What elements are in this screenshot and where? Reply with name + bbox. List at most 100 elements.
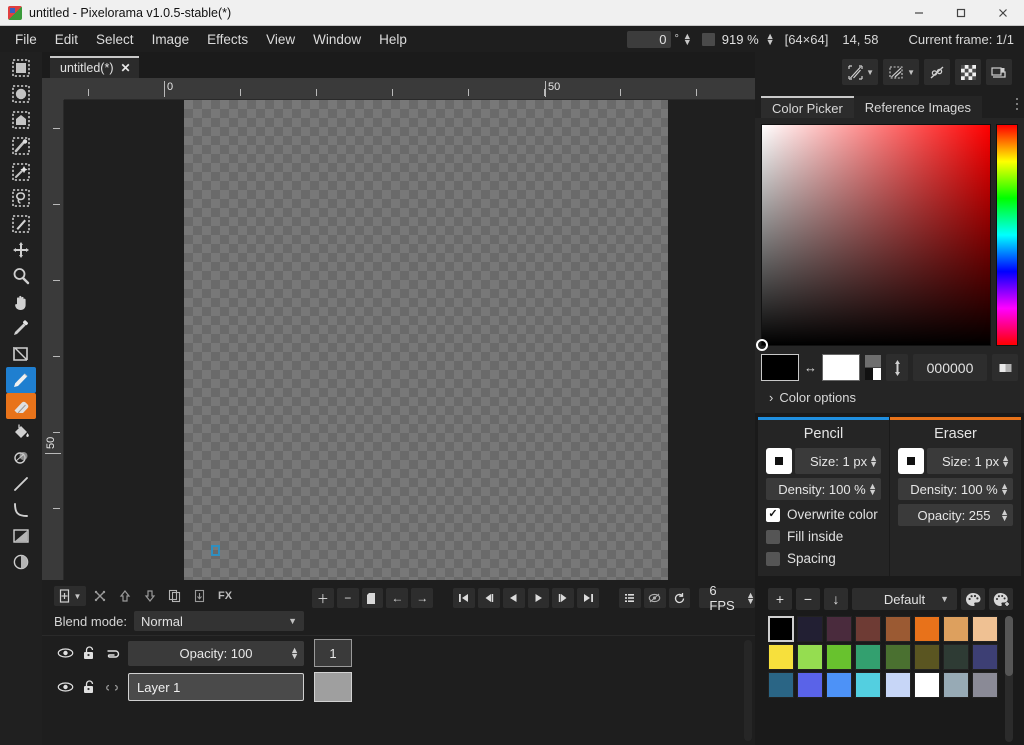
palette-swatch[interactable] — [855, 616, 882, 642]
remove-frame-button[interactable]: − — [336, 588, 359, 608]
go-to-first-frame-button[interactable] — [453, 588, 475, 608]
menu-file[interactable]: File — [6, 29, 46, 50]
frame-number-button[interactable]: 1 — [314, 639, 352, 667]
overwrite-color-checkbox-row[interactable]: Overwrite color — [766, 507, 881, 522]
palette-swatch[interactable] — [884, 672, 911, 698]
magic-pencil-select-tool[interactable] — [6, 211, 36, 237]
palette-swatch[interactable] — [797, 672, 824, 698]
zoom-tool[interactable] — [6, 263, 36, 289]
layer-opacity-spinner[interactable]: ▲ ▼ — [290, 646, 299, 661]
sv-handle[interactable] — [756, 339, 768, 351]
ellipse-select-tool[interactable] — [6, 81, 36, 107]
onion-skinning-button[interactable] — [643, 588, 666, 608]
close-button[interactable] — [982, 0, 1024, 25]
add-color-button[interactable]: + — [768, 588, 792, 610]
play-backwards-button[interactable] — [502, 588, 525, 608]
palette-swatch[interactable] — [942, 644, 969, 670]
palette-swatch[interactable] — [971, 616, 998, 642]
palette-swatch[interactable] — [942, 672, 969, 698]
edit-palette-button[interactable] — [961, 588, 985, 610]
menu-select[interactable]: Select — [87, 29, 143, 50]
panel-menu-icon[interactable] — [1016, 96, 1018, 111]
palette-swatch[interactable] — [826, 644, 853, 670]
snap-toggle-button[interactable] — [924, 59, 950, 85]
eraser-opacity-spinner[interactable]: ▲ ▼ — [1000, 508, 1009, 523]
canvas-surface[interactable] — [184, 100, 668, 580]
primary-color-swatch[interactable] — [761, 354, 799, 381]
layer-name-input[interactable]: Layer 1 — [128, 673, 304, 701]
crop-tool[interactable] — [6, 341, 36, 367]
color-options-expander[interactable]: › Color options — [761, 390, 1018, 405]
palette-swatch[interactable] — [768, 644, 794, 670]
magic-wand-tool[interactable] — [6, 133, 36, 159]
delete-layer-button[interactable] — [89, 586, 111, 606]
secondary-color-swatch[interactable] — [822, 354, 860, 381]
line-tool[interactable] — [6, 471, 36, 497]
palette-swatch[interactable] — [884, 616, 911, 642]
palette-swatch[interactable] — [913, 644, 940, 670]
pencil-size-field[interactable]: Size: 1 px ▲ ▼ — [795, 448, 881, 474]
layer-row[interactable]: Layer 1 — [42, 670, 312, 704]
menu-edit[interactable]: Edit — [46, 29, 87, 50]
eraser-opacity-field[interactable]: Opacity: 255 ▲ ▼ — [898, 504, 1013, 526]
hue-slider[interactable] — [996, 124, 1018, 346]
step-forward-frame-button[interactable] — [552, 588, 575, 608]
rotation-value[interactable]: 0 — [627, 30, 672, 48]
document-tab[interactable]: untitled(*) ✕ — [50, 56, 139, 78]
palette-swatch[interactable] — [826, 672, 853, 698]
pencil-density-field[interactable]: Density: 100 % ▲ ▼ — [766, 478, 881, 500]
visibility-eye-icon[interactable] — [56, 645, 74, 661]
curve-tool[interactable] — [6, 497, 36, 523]
sort-colors-button[interactable]: ↓ — [824, 588, 848, 610]
palette-swatch[interactable] — [797, 616, 824, 642]
remove-color-button[interactable]: − — [796, 588, 820, 610]
lock-icon[interactable] — [80, 645, 98, 661]
link-cels-icon[interactable] — [104, 645, 122, 661]
palette-select[interactable]: Default ▼ — [852, 588, 957, 610]
zoom-control[interactable]: 919 % ▲ ▼ — [722, 31, 785, 48]
layer-transform-dropdown[interactable]: ▼ — [842, 59, 879, 85]
menu-image[interactable]: Image — [143, 29, 199, 50]
bucket-fill-tool[interactable] — [6, 419, 36, 445]
add-layer-button[interactable]: ▼ — [54, 586, 86, 606]
minimize-button[interactable] — [898, 0, 940, 25]
rectangle-shape-tool[interactable] — [6, 523, 36, 549]
eraser-density-spinner[interactable]: ▲ ▼ — [1000, 482, 1009, 497]
palette-swatch[interactable] — [768, 616, 794, 642]
menu-view[interactable]: View — [257, 29, 304, 50]
tab-reference-images[interactable]: Reference Images — [853, 96, 983, 118]
new-palette-button[interactable] — [989, 588, 1013, 610]
move-tool[interactable] — [6, 237, 36, 263]
color-mode-button[interactable] — [992, 354, 1018, 381]
palette-swatch[interactable] — [826, 616, 853, 642]
palette-swatch[interactable] — [971, 672, 998, 698]
timeline-scrollbar[interactable] — [744, 640, 752, 741]
blend-mode-select[interactable]: Normal ▼ — [134, 611, 304, 631]
pick-from-screen-button[interactable] — [886, 354, 908, 381]
palette-swatch[interactable] — [942, 616, 969, 642]
palette-swatch[interactable] — [797, 644, 824, 670]
add-frame-button[interactable]: ＋ — [312, 588, 334, 608]
saturation-value-square[interactable] — [756, 124, 991, 351]
play-forwards-button[interactable] — [527, 588, 550, 608]
step-back-frame-button[interactable] — [477, 588, 500, 608]
fps-spinner[interactable]: ▲ ▼ — [746, 591, 755, 606]
palette-swatch[interactable] — [913, 616, 940, 642]
transparency-toggle-button[interactable] — [955, 59, 981, 85]
palette-swatch[interactable] — [855, 672, 882, 698]
pan-tool[interactable] — [6, 289, 36, 315]
layer-opacity-field[interactable]: Opacity: 100 ▲ ▼ — [128, 640, 304, 666]
polygon-select-tool[interactable] — [6, 107, 36, 133]
rotation-control[interactable]: 0 ° ▲ ▼ — [627, 30, 701, 48]
copy-frame-button[interactable] — [361, 588, 384, 608]
layer-link-icon[interactable] — [104, 679, 122, 695]
selection-transform-dropdown[interactable]: ▼ — [883, 59, 919, 85]
merge-layer-down-button[interactable] — [189, 586, 211, 606]
eraser-density-field[interactable]: Density: 100 % ▲ ▼ — [898, 478, 1013, 500]
palette-swatch[interactable] — [768, 672, 794, 698]
rectangle-select-tool[interactable] — [6, 55, 36, 81]
eraser-tool[interactable] — [6, 393, 36, 419]
zoom-value[interactable]: 919 % — [722, 31, 764, 48]
canvas-preview-button[interactable] — [986, 59, 1012, 85]
palette-swatch[interactable] — [913, 672, 940, 698]
